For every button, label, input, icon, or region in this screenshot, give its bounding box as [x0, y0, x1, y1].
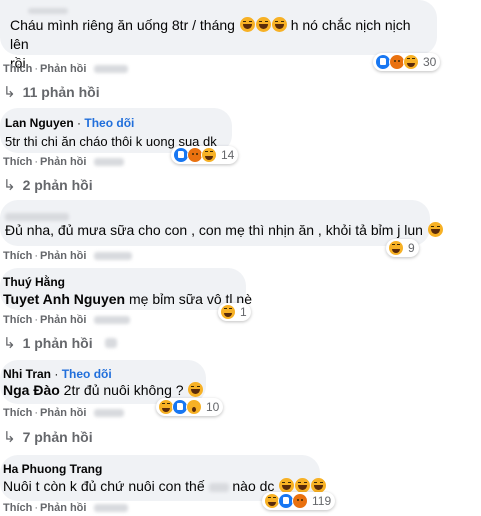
follow-link[interactable]: Theo dõi — [84, 116, 134, 130]
blurred-timestamp — [93, 65, 128, 74]
comment-bubble: Thuý Hằng Tuyet Anh Nguyen mẹ bỉm sữa vô… — [0, 268, 252, 310]
blurred-timestamp — [93, 252, 132, 261]
like-link[interactable]: Thích — [3, 156, 32, 168]
reply-link[interactable]: Phản hồi — [40, 63, 86, 75]
reaction-count: 10 — [206, 400, 220, 414]
reply-link[interactable]: Phản hồi — [40, 156, 86, 168]
like-link[interactable]: Thích — [3, 314, 32, 326]
follow-link[interactable]: Theo dõi — [62, 367, 112, 381]
haha-icon — [255, 17, 271, 32]
comment-author[interactable]: Thuý Hằng — [3, 275, 65, 290]
comment-actions: Thích · Phản hồi — [3, 501, 128, 515]
reaction-summary[interactable]: 30 — [373, 53, 441, 71]
haha-icon — [403, 54, 419, 70]
reply-link[interactable]: Phản hồi — [40, 407, 86, 419]
like-link[interactable]: Thích — [3, 407, 32, 419]
view-replies-link[interactable]: ↳ 11 phản hồi — [3, 83, 100, 101]
haha-icon — [311, 478, 327, 493]
haha-icon — [388, 240, 404, 256]
angry-icon — [292, 493, 308, 509]
reaction-count: 1 — [240, 305, 247, 319]
blurred-timestamp — [93, 504, 128, 513]
comment-actions: Thích · Phản hồi — [3, 62, 128, 76]
grin-icon — [188, 382, 204, 397]
reaction-count: 14 — [221, 148, 235, 162]
comment-text: Tuyet Anh Nguyen mẹ bỉm sữa vô tl nè — [3, 291, 252, 307]
reaction-summary[interactable]: 9 — [386, 239, 419, 257]
reply-arrow-icon: ↳ — [3, 177, 16, 194]
reaction-summary[interactable]: 10 — [156, 398, 224, 416]
reaction-count: 30 — [423, 55, 437, 69]
blurred-word — [208, 482, 229, 492]
comment-actions: Thích · Phản hồi — [3, 249, 132, 263]
haha-icon — [279, 478, 295, 493]
comment-author[interactable]: Ha Phuong Trang — [3, 462, 102, 477]
reaction-summary[interactable]: 14 — [171, 146, 239, 164]
reply-arrow-icon: ↳ — [3, 429, 16, 446]
comment-actions: Thích · Phản hồi — [3, 406, 124, 420]
like-link[interactable]: Thích — [3, 250, 32, 262]
haha-icon — [201, 147, 217, 163]
blurred-timestamp — [93, 409, 124, 418]
comment-actions: Thích · Phản hồi — [3, 313, 130, 327]
haha-icon — [220, 304, 236, 320]
reply-link[interactable]: Phản hồi — [40, 250, 86, 262]
reply-link[interactable]: Phản hồi — [40, 314, 86, 326]
haha-icon — [239, 17, 255, 32]
reaction-count: 9 — [408, 241, 415, 255]
comment-author[interactable]: Nhi Tran — [3, 367, 51, 381]
wow-icon — [186, 399, 202, 415]
reaction-count: 119 — [312, 494, 332, 508]
view-replies-link[interactable]: ↳ 2 phản hồi — [3, 176, 93, 194]
haha-icon — [271, 17, 287, 32]
view-replies-link[interactable]: ↳ 1 phản hồi — [3, 334, 117, 352]
comment-actions: Thích · Phản hồi — [3, 155, 124, 169]
reply-arrow-icon: ↳ — [3, 84, 16, 101]
reply-link[interactable]: Phản hồi — [40, 502, 86, 514]
comment-bubble: Đủ nha, đủ mưa sữa cho con , con mẹ thì … — [0, 200, 443, 246]
mention-link[interactable]: Nga Đào — [3, 382, 60, 398]
reaction-summary[interactable]: 1 — [218, 303, 251, 321]
view-replies-link[interactable]: ↳ 7 phản hồi — [3, 428, 93, 446]
comment-text: Đủ nha, đủ mưa sữa cho con , con mẹ thì … — [5, 221, 443, 240]
reply-arrow-icon: ↳ — [3, 335, 16, 352]
blurred-timestamp — [93, 316, 130, 325]
reaction-summary[interactable]: 119 — [262, 492, 336, 510]
haha-icon — [295, 478, 311, 493]
mention-link[interactable]: Tuyet Anh Nguyen — [3, 291, 125, 307]
blurred-avatar — [104, 338, 117, 348]
comment-bubble: Cháu mình riêng ăn uống 8tr / tháng h nó… — [0, 0, 437, 71]
comment-author[interactable]: Lan Nguyen — [5, 116, 74, 130]
like-link[interactable]: Thích — [3, 63, 32, 75]
blurred-timestamp — [93, 158, 124, 167]
like-link[interactable]: Thích — [3, 502, 32, 514]
haha-icon — [427, 222, 443, 237]
